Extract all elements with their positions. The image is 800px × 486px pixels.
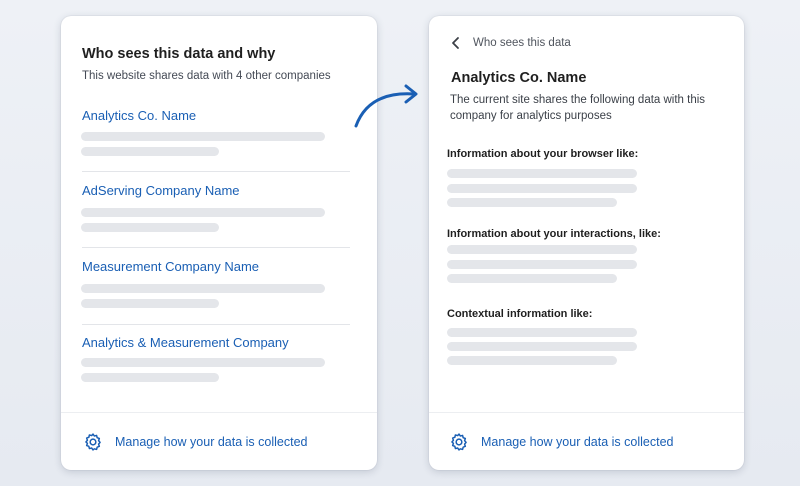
company-link[interactable]: Measurement Company Name bbox=[82, 259, 259, 274]
company-list-panel: Who sees this data and why This website … bbox=[61, 16, 377, 470]
panel-title: Who sees this data and why bbox=[82, 46, 276, 62]
footer-divider bbox=[61, 412, 377, 413]
placeholder-bar bbox=[447, 342, 637, 351]
divider bbox=[82, 324, 350, 325]
placeholder-bar bbox=[447, 274, 617, 283]
company-detail-panel: Who sees this data Analytics Co. Name Th… bbox=[429, 16, 744, 470]
manage-data-link[interactable]: Manage how your data is collected bbox=[115, 435, 307, 449]
placeholder-bar bbox=[447, 184, 637, 193]
placeholder-bar bbox=[447, 356, 617, 365]
gear-icon bbox=[85, 433, 101, 451]
section-heading-browser: Information about your browser like: bbox=[447, 148, 639, 160]
company-title: Analytics Co. Name bbox=[451, 70, 587, 86]
placeholder-bar bbox=[447, 169, 637, 178]
placeholder-bar bbox=[81, 299, 219, 308]
panel-subtitle: This website shares data with 4 other co… bbox=[82, 70, 331, 82]
manage-data-button[interactable]: Manage how your data is collected bbox=[449, 430, 673, 454]
company-link[interactable]: AdServing Company Name bbox=[82, 183, 240, 198]
manage-data-link[interactable]: Manage how your data is collected bbox=[481, 435, 673, 449]
back-button[interactable]: Who sees this data bbox=[449, 34, 571, 52]
gear-icon bbox=[451, 433, 467, 451]
placeholder-bar bbox=[447, 260, 637, 269]
section-heading-contextual: Contextual information like: bbox=[447, 308, 593, 320]
manage-data-button[interactable]: Manage how your data is collected bbox=[83, 430, 307, 454]
curved-arrow-icon bbox=[354, 84, 418, 128]
placeholder-bar bbox=[447, 328, 637, 337]
placeholder-bar bbox=[81, 284, 325, 293]
section-heading-interactions: Information about your interactions, lik… bbox=[447, 228, 661, 240]
placeholder-bar bbox=[81, 208, 325, 217]
divider bbox=[82, 247, 350, 248]
placeholder-bar bbox=[447, 198, 617, 207]
placeholder-bar bbox=[81, 373, 219, 382]
back-label: Who sees this data bbox=[473, 37, 571, 49]
placeholder-bar bbox=[81, 358, 325, 367]
placeholder-bar bbox=[81, 132, 325, 141]
placeholder-bar bbox=[81, 147, 219, 156]
placeholder-bar bbox=[81, 223, 219, 232]
company-link[interactable]: Analytics Co. Name bbox=[82, 108, 196, 123]
chevron-left-icon bbox=[452, 37, 459, 49]
company-description: The current site shares the following da… bbox=[450, 94, 706, 122]
footer-divider bbox=[429, 412, 744, 413]
divider bbox=[82, 171, 350, 172]
company-link[interactable]: Analytics & Measurement Company bbox=[82, 335, 289, 350]
placeholder-bar bbox=[447, 245, 637, 254]
